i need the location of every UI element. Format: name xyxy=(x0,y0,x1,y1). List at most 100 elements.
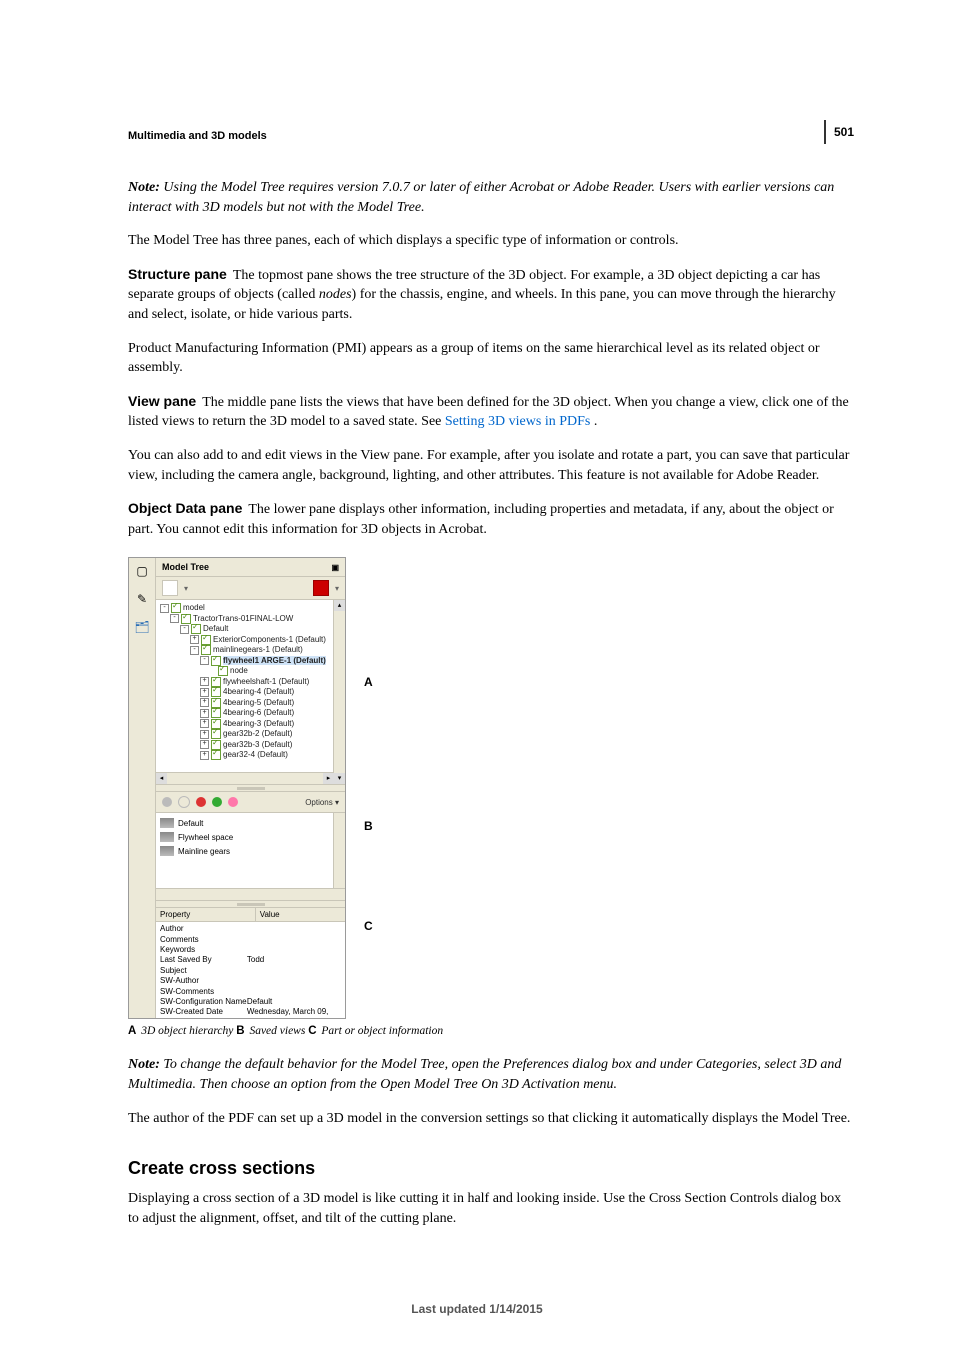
view-item[interactable]: Flywheel space xyxy=(160,830,341,844)
expand-icon[interactable]: + xyxy=(190,635,199,644)
view-thumb-icon xyxy=(160,832,174,842)
tree-node[interactable]: gear32b-2 (Default) xyxy=(223,729,292,738)
view-label: Default xyxy=(178,819,203,828)
expand-icon[interactable]: - xyxy=(180,625,189,634)
view-link[interactable]: Setting 3D views in PDFs xyxy=(445,414,594,429)
view-add-icon[interactable] xyxy=(196,797,206,807)
props-row: Subject xyxy=(160,966,341,976)
view-update-icon[interactable] xyxy=(212,797,222,807)
caption-c-text: Part or object information xyxy=(319,1025,444,1037)
note-2-body: To change the default behavior for the M… xyxy=(128,1057,841,1092)
views-pane: Options ▾ Default Flywheel space Mainlin… xyxy=(156,792,345,900)
splitter-2[interactable] xyxy=(156,900,345,908)
props-row: SW-Configuration NameDefault xyxy=(160,997,341,1007)
cross-section-paragraph: Displaying a cross section of a 3D model… xyxy=(128,1189,854,1228)
object-data-head: Object Data pane xyxy=(128,500,242,516)
expand-icon[interactable]: - xyxy=(190,646,199,655)
toolbar-btn-1[interactable] xyxy=(162,580,178,596)
panel-collapse-icon[interactable]: ▣ xyxy=(331,563,339,572)
view-label: Flywheel space xyxy=(178,833,233,842)
views-list[interactable]: Default Flywheel space Mainline gears xyxy=(156,813,345,900)
view-label: Mainline gears xyxy=(178,847,230,856)
caption-a-text: 3D object hierarchy xyxy=(138,1025,236,1037)
props-row: Author xyxy=(160,924,341,934)
props-row: Last Saved ByTodd xyxy=(160,955,341,965)
page-footer: Last updated 1/14/2015 xyxy=(0,1302,954,1316)
checkbox-icon[interactable] xyxy=(211,750,221,760)
view-thumb-icon xyxy=(160,818,174,828)
tree-node[interactable]: gear32b-3 (Default) xyxy=(223,740,292,749)
section-heading: Create cross sections xyxy=(128,1158,854,1179)
panel-row: ▢ ✎ 🗂 Model Tree ▣ ▾ xyxy=(129,558,345,1018)
toolbar-sep-2: ▾ xyxy=(335,584,339,593)
props-body[interactable]: Author Comments Keywords Last Saved ByTo… xyxy=(156,922,345,1018)
tree-scrollbar-h[interactable]: ◂▸ xyxy=(156,772,334,784)
tree-node[interactable]: 4bearing-5 (Default) xyxy=(223,698,294,707)
structure-em: nodes xyxy=(319,287,352,302)
tree-node[interactable]: 4bearing-6 (Default) xyxy=(223,708,294,717)
expand-icon[interactable]: - xyxy=(160,604,169,613)
note-1: Note: Using the Model Tree requires vers… xyxy=(128,178,854,217)
view-home-icon[interactable] xyxy=(228,797,238,807)
structure-tree[interactable]: -model -TractorTrans-01FINAL-LOW -Defaul… xyxy=(156,600,345,784)
props-row: SW-Comments xyxy=(160,987,341,997)
props-head-property: Property xyxy=(156,908,256,921)
pages-icon[interactable]: ▢ xyxy=(133,562,151,580)
tree-node[interactable]: node xyxy=(230,666,248,675)
tree-node[interactable]: 4bearing-4 (Default) xyxy=(223,687,294,696)
expand-icon[interactable]: + xyxy=(200,698,209,707)
callout-a: A xyxy=(364,675,373,689)
props-row: SW-Created DateWednesday, March 09, 200 xyxy=(160,1007,341,1018)
view-edit-paragraph: You can also add to and edit views in th… xyxy=(128,446,854,485)
model-tree-icon[interactable]: 🗂 xyxy=(133,618,151,636)
page-number: 501 xyxy=(834,125,854,139)
checkbox-icon[interactable] xyxy=(191,624,201,634)
tree-node[interactable]: mainlinegears-1 (Default) xyxy=(213,645,303,654)
expand-icon[interactable]: + xyxy=(200,730,209,739)
checkbox-icon[interactable] xyxy=(201,645,211,655)
checkbox-icon[interactable] xyxy=(181,614,191,624)
expand-icon[interactable]: + xyxy=(200,751,209,760)
caption-c-label: C xyxy=(308,1025,316,1037)
views-scrollbar-h[interactable] xyxy=(156,888,345,900)
tree-node-selected[interactable]: flywheel1 ARGE-1 (Default) xyxy=(223,656,326,665)
views-options-menu[interactable]: Options ▾ xyxy=(305,798,339,807)
view-nav-prev-icon[interactable] xyxy=(162,797,172,807)
props-row: Keywords xyxy=(160,945,341,955)
expand-icon[interactable]: + xyxy=(200,719,209,728)
tree-node[interactable]: 4bearing-3 (Default) xyxy=(223,719,294,728)
toolbar-sep: ▾ xyxy=(184,584,188,593)
expand-icon[interactable]: - xyxy=(200,656,209,665)
expand-icon[interactable]: - xyxy=(170,614,179,623)
view-item[interactable]: Default xyxy=(160,816,341,830)
view-item[interactable]: Mainline gears xyxy=(160,844,341,858)
object-data-pane: Property Value Author Comments Keywords … xyxy=(156,908,345,1018)
highlight-color-btn[interactable] xyxy=(313,580,329,596)
note-1-body: Using the Model Tree requires version 7.… xyxy=(128,180,834,215)
breadcrumb: Multimedia and 3D models xyxy=(128,130,854,142)
tree-node[interactable]: flywheelshaft-1 (Default) xyxy=(223,677,309,686)
expand-icon[interactable]: + xyxy=(200,740,209,749)
expand-icon[interactable]: + xyxy=(200,688,209,697)
expand-icon[interactable]: + xyxy=(200,677,209,686)
tree-node[interactable]: ExteriorComponents-1 (Default) xyxy=(213,635,326,644)
panel-tab-icons: ▢ ✎ 🗂 xyxy=(129,558,156,1018)
pmi-paragraph: Product Manufacturing Information (PMI) … xyxy=(128,339,854,378)
note-2: Note: To change the default behavior for… xyxy=(128,1055,854,1094)
tree-scrollbar-v[interactable]: ▴▾ xyxy=(333,600,345,784)
views-scrollbar-v[interactable] xyxy=(333,813,345,889)
splitter-1[interactable] xyxy=(156,784,345,792)
note-2-label: Note: xyxy=(128,1057,163,1072)
props-row: SW-Author xyxy=(160,976,341,986)
panel-title: Model Tree xyxy=(162,562,209,572)
view-pane-paragraph: View paneThe middle pane lists the views… xyxy=(128,392,854,432)
expand-icon[interactable]: + xyxy=(200,709,209,718)
tree-node[interactable]: TractorTrans-01FINAL-LOW xyxy=(193,614,293,623)
author-paragraph: The author of the PDF can set up a 3D mo… xyxy=(128,1109,854,1129)
view-nav-next-icon[interactable] xyxy=(178,796,190,808)
signatures-icon[interactable]: ✎ xyxy=(133,590,151,608)
checkbox-icon[interactable] xyxy=(218,666,228,676)
checkbox-icon[interactable] xyxy=(171,603,181,613)
tree-node[interactable]: gear32-4 (Default) xyxy=(223,750,288,759)
panel-toolbar: ▾ ▾ xyxy=(156,577,345,600)
